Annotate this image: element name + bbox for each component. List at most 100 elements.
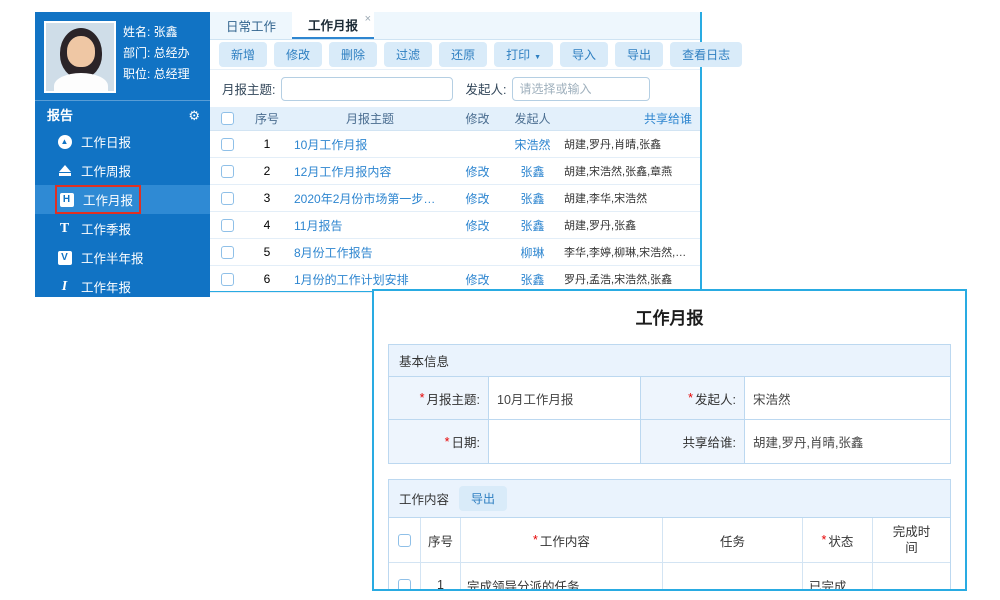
required-marker: * bbox=[533, 533, 538, 547]
add-button[interactable]: 新增 bbox=[219, 42, 267, 67]
print-label: 打印 bbox=[506, 48, 530, 62]
print-button[interactable]: 打印 ▼ bbox=[494, 42, 553, 67]
row-checkbox[interactable] bbox=[221, 165, 234, 178]
col-header-share: 共享给谁 bbox=[560, 110, 700, 127]
topic-link[interactable]: 10月工作月报 bbox=[290, 136, 450, 153]
row-no: 2 bbox=[244, 164, 290, 178]
row-checkbox[interactable] bbox=[221, 219, 234, 232]
edit-link[interactable]: 修改 bbox=[450, 271, 505, 288]
topic-link[interactable]: 8月份工作报告 bbox=[290, 244, 450, 261]
detail-title: 工作月报 bbox=[388, 304, 951, 329]
work-select-all-checkbox[interactable] bbox=[398, 534, 411, 547]
filter-button[interactable]: 过滤 bbox=[384, 42, 432, 67]
work-export-button[interactable]: 导出 bbox=[459, 486, 507, 511]
row-no: 6 bbox=[244, 272, 290, 286]
required-marker: * bbox=[445, 435, 450, 449]
close-icon[interactable]: × bbox=[365, 13, 371, 25]
sidebar-item-monthly-report[interactable]: H 工作月报 bbox=[35, 185, 210, 214]
sidebar-menu: ▲ 工作日报 工作周报 H 工作月报 T 工作季报 bbox=[35, 127, 210, 297]
work-row-task bbox=[663, 563, 803, 591]
initiator-link[interactable]: 张鑫 bbox=[505, 217, 560, 234]
topic-link[interactable]: 12月工作月报内容 bbox=[290, 163, 450, 180]
sidebar: 姓名: 张鑫 部门: 总经办 职位: 总经理 报告 ⚙ ▲ 工作日报 工作周报 bbox=[35, 12, 210, 297]
initiator-link[interactable]: 宋浩然 bbox=[505, 136, 560, 153]
work-content-table: 序号 * 工作内容 任务 * 状态 完成时间 1 完成领导分派的任务 已完成 bbox=[389, 518, 950, 591]
topic-field-label: * 月报主题: bbox=[389, 377, 489, 420]
sidebar-item-annual-report[interactable]: I 工作年报 bbox=[35, 272, 210, 297]
tab-bar: 日常工作 工作月报 × bbox=[210, 12, 700, 40]
sidebar-section-reports: 报告 ⚙ bbox=[35, 105, 210, 127]
work-content-section: 工作内容 导出 序号 * 工作内容 任务 * 状态 完成时间 bbox=[388, 479, 951, 591]
sidebar-item-daily-report[interactable]: ▲ 工作日报 bbox=[35, 127, 210, 156]
initiator-link[interactable]: 张鑫 bbox=[505, 271, 560, 288]
export-button[interactable]: 导出 bbox=[615, 42, 663, 67]
initiator-field-value: 宋浩然 bbox=[745, 377, 950, 420]
chevron-down-icon: ▼ bbox=[534, 54, 541, 61]
initiator-field-label: * 发起人: bbox=[641, 377, 745, 420]
share-field-value: 胡建,罗丹,肖晴,张鑫 bbox=[745, 420, 950, 463]
initiator-link[interactable]: 张鑫 bbox=[505, 163, 560, 180]
col-header-initiator: 发起人 bbox=[505, 110, 560, 127]
topic-link[interactable]: 11月报告 bbox=[290, 217, 450, 234]
tab-daily-work[interactable]: 日常工作 bbox=[210, 12, 292, 39]
required-marker: * bbox=[420, 391, 425, 405]
row-checkbox[interactable] bbox=[221, 138, 234, 151]
sidebar-item-label: 工作月报 bbox=[83, 190, 133, 209]
edit-link[interactable]: 修改 bbox=[450, 190, 505, 207]
basic-info-header: 基本信息 bbox=[389, 345, 950, 377]
row-checkbox[interactable] bbox=[221, 246, 234, 259]
table-header-row: 序号 月报主题 修改 发起人 共享给谁 bbox=[210, 107, 700, 131]
gear-icon[interactable]: ⚙ bbox=[188, 105, 200, 127]
required-marker: * bbox=[822, 533, 827, 547]
report-table: 序号 月报主题 修改 发起人 共享给谁 1 10月工作月报 宋浩然 胡建,罗丹,… bbox=[210, 107, 700, 293]
row-checkbox[interactable] bbox=[221, 273, 234, 286]
work-col-task: 任务 bbox=[663, 518, 803, 563]
delete-button[interactable]: 删除 bbox=[329, 42, 377, 67]
table-row: 4 11月报告 修改 张鑫 胡建,罗丹,张鑫 bbox=[210, 212, 700, 239]
import-button[interactable]: 导入 bbox=[560, 42, 608, 67]
profile-name: 姓名: 张鑫 bbox=[123, 22, 190, 43]
restore-button[interactable]: 还原 bbox=[439, 42, 487, 67]
date-field-value bbox=[489, 420, 641, 463]
sidebar-item-quarterly-report[interactable]: T 工作季报 bbox=[35, 214, 210, 243]
profile-card: 姓名: 张鑫 部门: 总经办 职位: 总经理 bbox=[35, 12, 210, 101]
sidebar-item-halfyear-report[interactable]: V 工作半年报 bbox=[35, 243, 210, 272]
sidebar-item-weekly-report[interactable]: 工作周报 bbox=[35, 156, 210, 185]
profile-dept: 部门: 总经办 bbox=[123, 43, 190, 64]
edit-link[interactable]: 修改 bbox=[450, 217, 505, 234]
table-row: 2 12月工作月报内容 修改 张鑫 胡建,宋浩然,张鑫,章燕 bbox=[210, 158, 700, 185]
share-list: 李华,李婷,柳琳,宋浩然,张鑫 bbox=[560, 244, 700, 260]
work-content-header: 工作内容 导出 bbox=[389, 480, 950, 518]
row-checkbox[interactable] bbox=[221, 192, 234, 205]
topic-link[interactable]: 1月份的工作计划安排 bbox=[290, 271, 450, 288]
profile-info: 姓名: 张鑫 部门: 总经办 职位: 总经理 bbox=[123, 22, 190, 85]
edit-button[interactable]: 修改 bbox=[274, 42, 322, 67]
basic-info-section: 基本信息 * 月报主题: 10月工作月报 * 发起人: 宋浩然 * 日期: bbox=[388, 344, 951, 464]
initiator-link[interactable]: 张鑫 bbox=[505, 190, 560, 207]
annual-report-icon: I bbox=[62, 280, 67, 294]
initiator-filter-input[interactable] bbox=[512, 77, 650, 101]
work-row-checkbox[interactable] bbox=[398, 579, 411, 592]
monthly-report-icon: H bbox=[60, 193, 74, 207]
work-row-no: 1 bbox=[421, 563, 461, 591]
toolbar: 新增 修改 删除 过滤 还原 打印▼ 导入 导出 查看日志 bbox=[210, 40, 700, 70]
work-content-title: 工作内容 bbox=[399, 489, 449, 508]
basic-info-title: 基本信息 bbox=[399, 351, 449, 370]
initiator-link[interactable]: 柳琳 bbox=[505, 244, 560, 261]
tab-monthly-report[interactable]: 工作月报 × bbox=[292, 12, 374, 39]
share-list: 胡建,李华,宋浩然 bbox=[560, 190, 700, 206]
edit-link[interactable]: 修改 bbox=[450, 163, 505, 180]
required-marker: * bbox=[688, 391, 693, 405]
topic-link[interactable]: 2020年2月份市场第一步财务... bbox=[290, 190, 450, 207]
avatar-face bbox=[67, 36, 95, 67]
select-all-checkbox[interactable] bbox=[221, 112, 234, 125]
sidebar-item-label: 工作半年报 bbox=[81, 248, 144, 267]
work-col-finish-time: 完成时间 bbox=[873, 518, 950, 563]
sidebar-item-label: 工作年报 bbox=[81, 277, 131, 296]
share-list: 胡建,罗丹,肖晴,张鑫 bbox=[560, 136, 700, 152]
basic-info-grid: * 月报主题: 10月工作月报 * 发起人: 宋浩然 * 日期: 共享给谁: 胡… bbox=[389, 377, 950, 463]
topic-filter-input[interactable] bbox=[281, 77, 453, 101]
view-log-button[interactable]: 查看日志 bbox=[670, 42, 742, 67]
row-no: 4 bbox=[244, 218, 290, 232]
share-field-label: 共享给谁: bbox=[641, 420, 745, 463]
